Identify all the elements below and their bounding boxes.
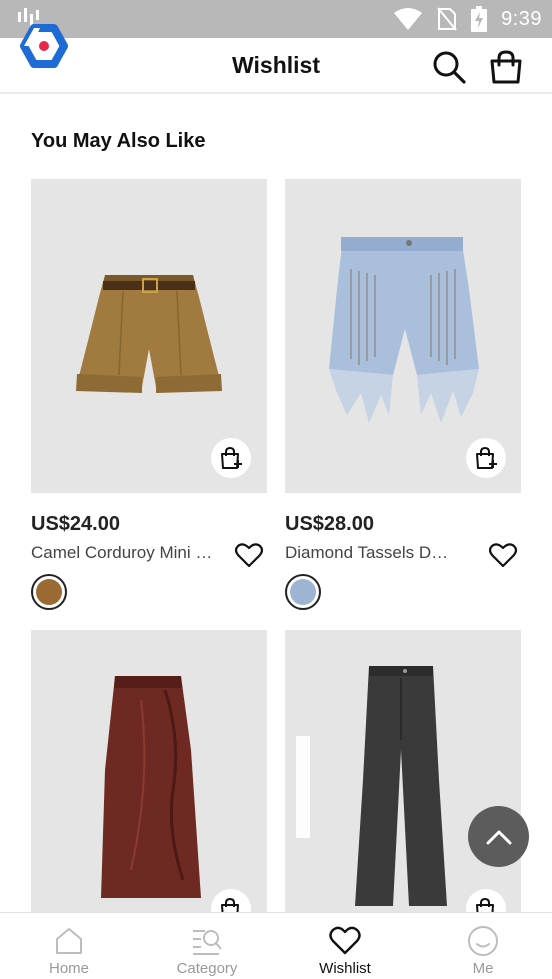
add-to-cart-button[interactable] <box>466 438 506 478</box>
bag-plus-icon <box>476 446 497 469</box>
satin-skirt-image <box>101 676 201 898</box>
product-name[interactable]: Camel Corduroy Mini Shorts <box>31 543 221 563</box>
section-title: You May Also Like <box>31 130 206 152</box>
nav-item-wishlist[interactable]: Wishlist <box>276 913 414 979</box>
page-title: Wishlist <box>232 52 320 78</box>
status-time: 9:39 <box>501 7 542 30</box>
chevron-up-icon <box>486 830 511 844</box>
bag-plus-icon <box>221 446 242 469</box>
wide-leg-pants-image <box>355 666 447 906</box>
heart-icon[interactable] <box>235 541 263 569</box>
heart-icon <box>329 926 361 955</box>
nav-item-home[interactable]: Home <box>0 913 138 979</box>
bag-plus-icon <box>476 897 494 912</box>
product-image[interactable] <box>285 630 521 912</box>
heart-icon[interactable] <box>489 541 517 569</box>
no-sim-icon <box>437 7 457 31</box>
nav-item-me[interactable]: Me <box>414 913 552 979</box>
bag-plus-icon <box>221 897 239 912</box>
home-icon <box>56 928 82 954</box>
scroll-indicator <box>296 736 310 838</box>
color-swatch[interactable] <box>285 574 321 610</box>
product-image[interactable] <box>285 179 521 493</box>
battery-charging-icon <box>471 6 488 32</box>
nav-label: Category <box>176 960 238 977</box>
nav-item-category[interactable]: Category <box>138 913 276 979</box>
product-price: US$28.00 <box>285 513 374 535</box>
nav-label: Me <box>472 960 494 977</box>
smile-face-icon <box>468 926 498 956</box>
product-name[interactable]: Diamond Tassels Denim Shorts <box>285 543 455 563</box>
category-search-icon <box>193 930 222 955</box>
header: Wishlist <box>0 38 552 94</box>
product-image[interactable] <box>31 630 267 912</box>
nav-label: Wishlist <box>319 960 371 977</box>
wifi-icon <box>394 8 423 30</box>
product-price: US$24.00 <box>31 513 120 535</box>
color-swatch[interactable] <box>31 574 67 610</box>
back-to-top-button[interactable] <box>468 806 529 867</box>
product-image[interactable] <box>31 179 267 493</box>
shopping-bag-icon[interactable] <box>488 49 524 85</box>
nav-label: Home <box>48 960 89 977</box>
app-logo-icon[interactable] <box>16 18 72 74</box>
status-bar: 9:39 <box>0 0 552 38</box>
add-to-cart-button[interactable] <box>211 438 251 478</box>
bottom-nav: Home Category Wishlist Me <box>0 912 552 979</box>
search-icon[interactable] <box>432 50 466 84</box>
